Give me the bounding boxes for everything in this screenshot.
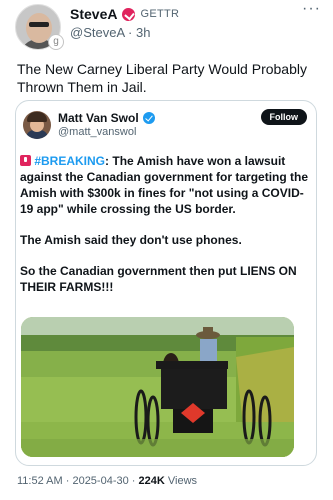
views-count: 224K — [138, 475, 165, 487]
quoted-post-text: #BREAKING: The Amish have won a lawsuit … — [20, 153, 314, 310]
author-display-name[interactable]: SteveA — [70, 6, 117, 22]
gettr-verified-icon — [122, 7, 136, 21]
breaking-hashtag[interactable]: #BREAKING — [34, 154, 105, 168]
source-badge-icon: g — [48, 34, 64, 50]
views-label: Views — [164, 475, 198, 487]
quoted-author-display-name[interactable]: Matt Van Swol — [58, 111, 139, 125]
post-meta: 11:52 AM · 2025-04-30 · 224K Views — [17, 475, 198, 487]
quoted-paragraph-1: #BREAKING: The Amish have won a lawsuit … — [20, 153, 314, 217]
author-handle[interactable]: @SteveA — [70, 25, 124, 40]
more-options-icon[interactable]: ··· — [302, 0, 321, 18]
post-timestamp[interactable]: 11:52 AM — [17, 475, 63, 487]
buggy-illustration — [21, 317, 294, 457]
quoted-post[interactable]: Matt Van Swol @matt_vanswol Follow #BREA… — [15, 100, 317, 466]
quoted-paragraph-3: So the Canadian government then put LIEN… — [20, 264, 297, 294]
verified-icon — [142, 112, 155, 124]
quoted-author-name-row: Matt Van Swol — [58, 111, 155, 125]
amish-buggy-photo[interactable] — [21, 317, 294, 457]
quoted-author-avatar[interactable] — [23, 111, 51, 139]
quoted-paragraph-2: The Amish said they don't use phones. — [20, 233, 242, 247]
rotating-light-icon — [20, 155, 31, 166]
post-card: g SteveA GETTR @SteveA · 3h ··· The New … — [0, 0, 333, 500]
post-time[interactable]: 3h — [136, 25, 150, 40]
post-date[interactable]: 2025-04-30 — [72, 475, 128, 487]
source-label: GETTR — [140, 8, 180, 20]
quoted-author-handle[interactable]: @matt_vanswol — [58, 126, 136, 138]
post-text: The New Carney Liberal Party Would Proba… — [17, 61, 307, 95]
follow-button[interactable]: Follow — [260, 109, 307, 125]
author-handle-row: @SteveA · 3h — [70, 25, 151, 40]
author-name-row: SteveA GETTR — [70, 6, 179, 22]
